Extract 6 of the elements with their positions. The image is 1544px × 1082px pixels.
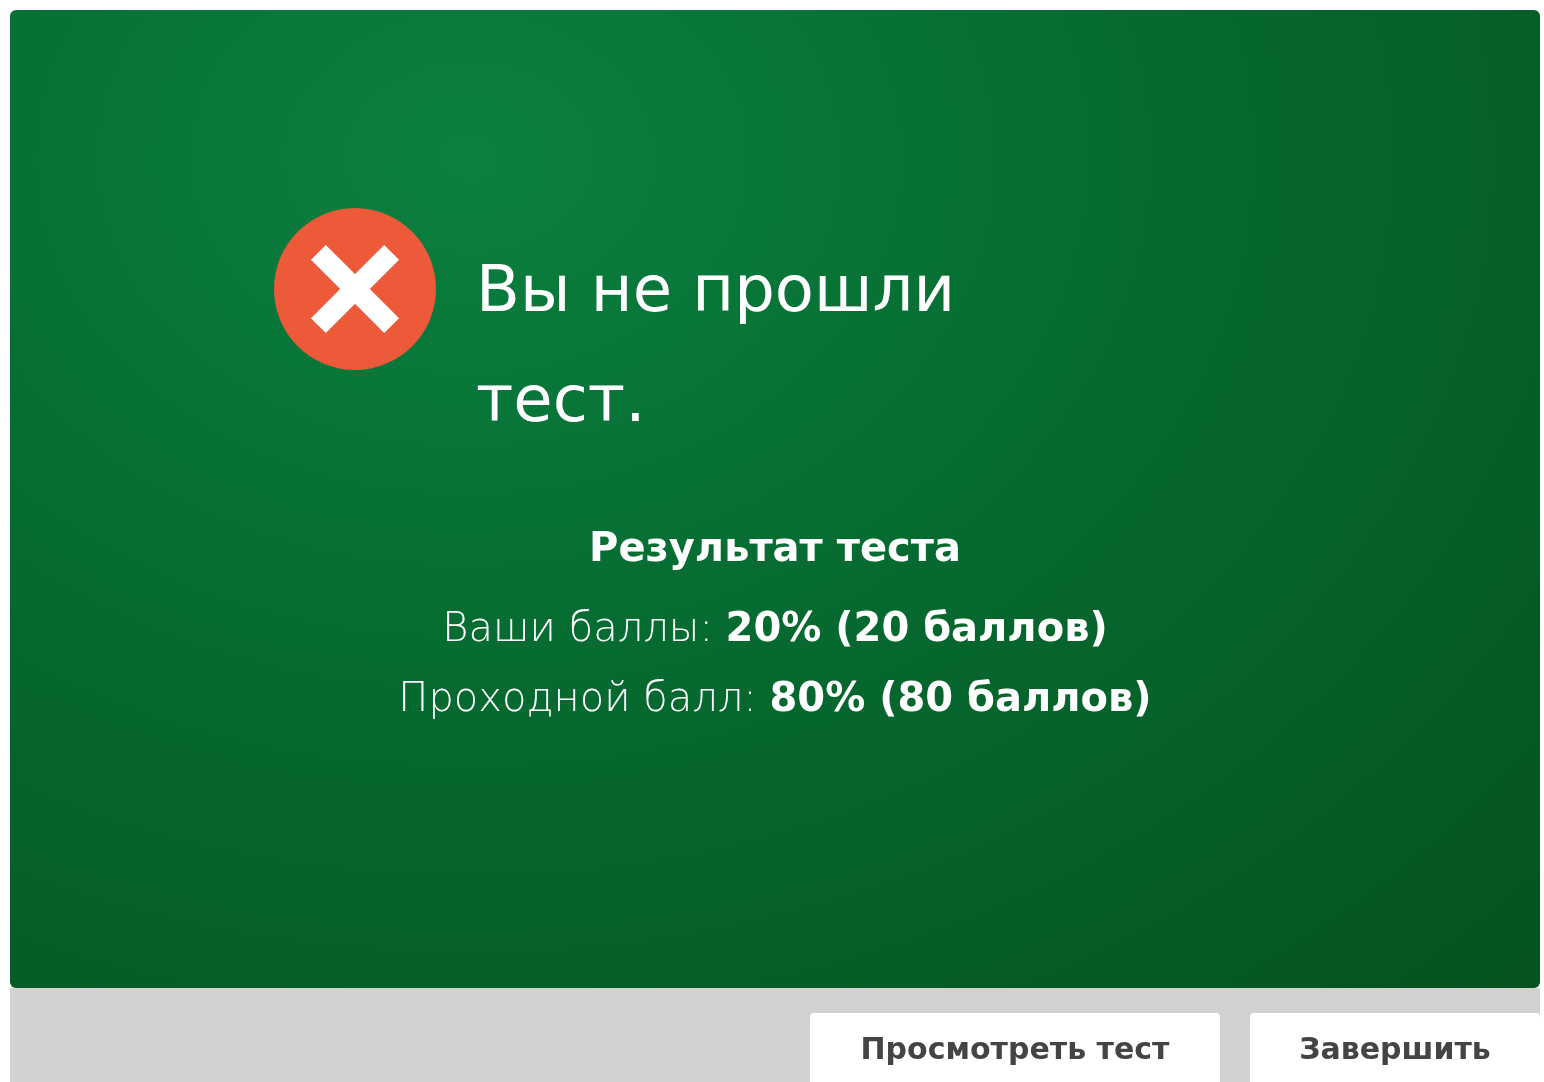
score-line: Ваши баллы: 20% (20 баллов) [442,604,1108,650]
finish-button[interactable]: Завершить [1250,1013,1540,1082]
score-line: Проходной балл: 80% (80 баллов) [398,674,1152,720]
result-title: Вы не прошли тест. [476,251,957,438]
review-button[interactable]: Просмотреть тест [810,1013,1220,1082]
result-heading: Результат теста [589,524,961,570]
